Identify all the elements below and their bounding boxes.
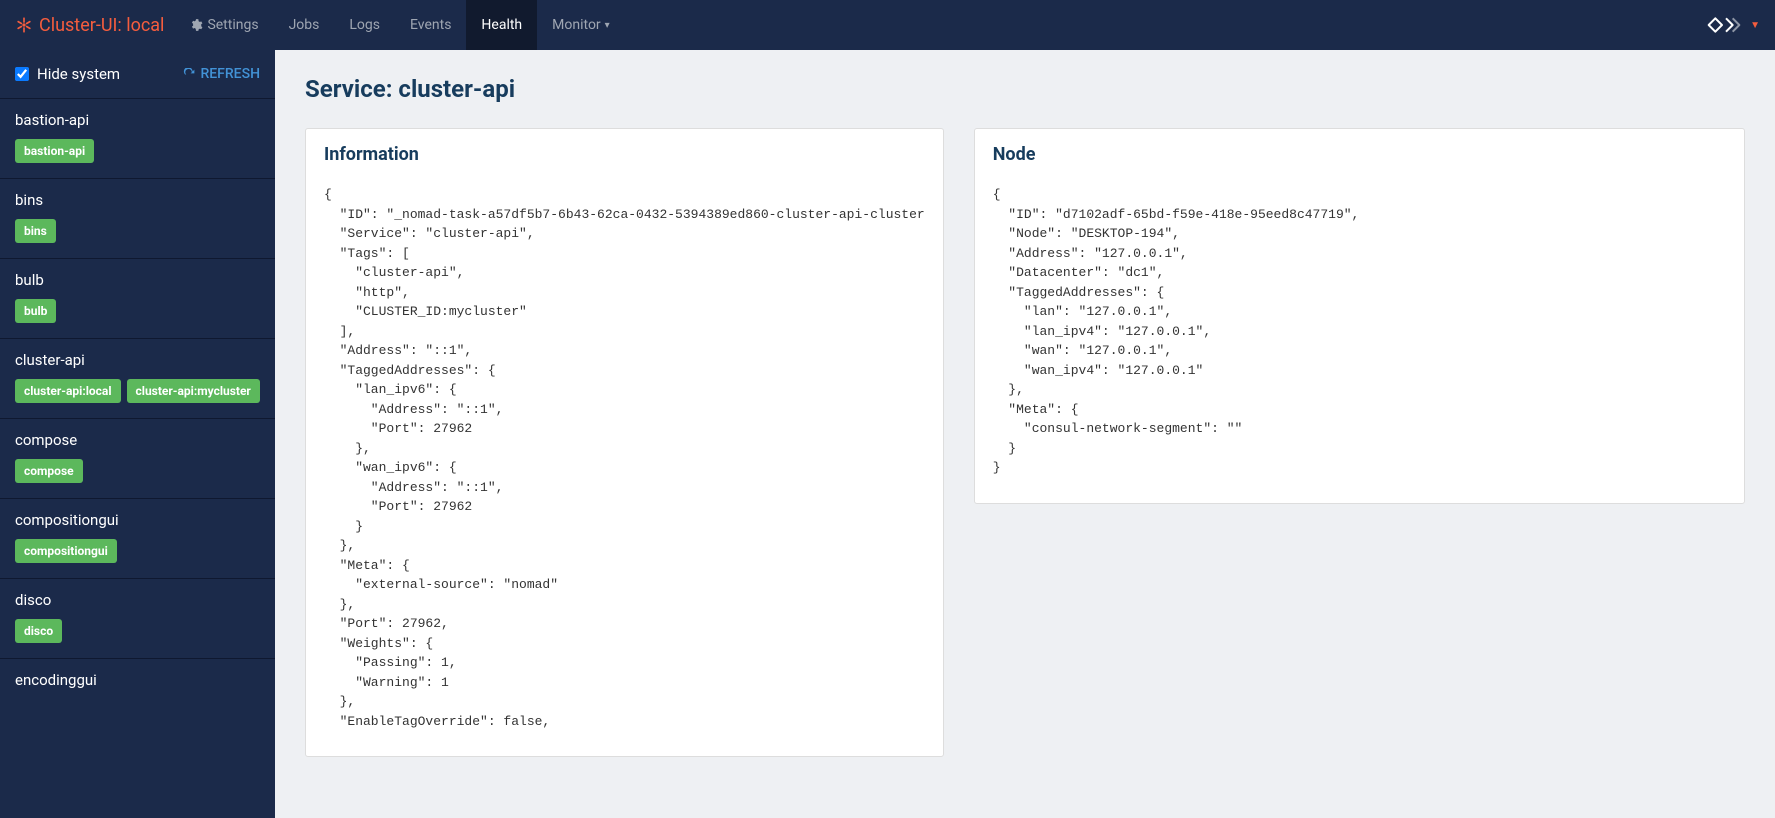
- tag[interactable]: cluster-api:mycluster: [127, 379, 260, 403]
- node-json: { "ID": "d7102adf-65bd-f59e-418e-95eed8c…: [993, 185, 1726, 478]
- tag[interactable]: disco: [15, 619, 62, 643]
- service-title: bastion-api: [15, 111, 260, 129]
- refresh-icon: [183, 68, 196, 81]
- node-panel: Node { "ID": "d7102adf-65bd-f59e-418e-95…: [974, 128, 1745, 504]
- service-group-disco[interactable]: disco disco: [0, 578, 275, 658]
- nav-label: Monitor: [552, 17, 601, 33]
- tag[interactable]: bins: [15, 219, 56, 243]
- tags-row: bastion-api: [15, 139, 260, 163]
- service-title: compose: [15, 431, 260, 449]
- tags-row: bins: [15, 219, 260, 243]
- tag[interactable]: compositiongui: [15, 539, 117, 563]
- service-title: bins: [15, 191, 260, 209]
- nav-monitor[interactable]: Monitor ▾: [537, 0, 625, 50]
- service-title: bulb: [15, 271, 260, 289]
- information-json: { "ID": "_nomad-task-a57df5b7-6b43-62ca-…: [324, 185, 925, 731]
- diamond-icon: [1706, 11, 1746, 39]
- service-group-bins[interactable]: bins bins: [0, 178, 275, 258]
- nav-jobs[interactable]: Jobs: [274, 0, 335, 50]
- tag[interactable]: bulb: [15, 299, 56, 323]
- brand-text: Cluster-UI: local: [39, 15, 164, 36]
- caret-down-icon: ▼: [1750, 20, 1760, 31]
- service-group-compositiongui[interactable]: compositiongui compositiongui: [0, 498, 275, 578]
- tag[interactable]: compose: [15, 459, 83, 483]
- nav-settings-label: Settings: [207, 17, 258, 33]
- tag[interactable]: bastion-api: [15, 139, 94, 163]
- gear-icon: [189, 18, 203, 32]
- nav-label: Logs: [349, 17, 380, 33]
- brand[interactable]: Cluster-UI: local: [15, 15, 164, 36]
- nav-health[interactable]: Health: [466, 0, 537, 50]
- service-group-bulb[interactable]: bulb bulb: [0, 258, 275, 338]
- sidebar: Hide system REFRESH bastion-apibastion-a…: [0, 50, 275, 818]
- service-group-compose[interactable]: compose compose: [0, 418, 275, 498]
- service-title: disco: [15, 591, 260, 609]
- hide-system-toggle[interactable]: Hide system: [15, 65, 120, 83]
- refresh-button[interactable]: REFRESH: [183, 66, 260, 82]
- service-group-encodinggui[interactable]: encodinggui: [0, 658, 275, 714]
- nav-label: Jobs: [289, 17, 320, 33]
- tags-row: disco: [15, 619, 260, 643]
- refresh-label: REFRESH: [200, 66, 260, 82]
- nav-label: Health: [481, 17, 522, 33]
- tags-row: compose: [15, 459, 260, 483]
- tags-row: compositiongui: [15, 539, 260, 563]
- service-title: compositiongui: [15, 511, 260, 529]
- tag[interactable]: cluster-api:local: [15, 379, 121, 403]
- tags-row: cluster-api:localcluster-api:mycluster: [15, 379, 260, 403]
- information-header: Information: [324, 144, 925, 165]
- information-panel: Information { "ID": "_nomad-task-a57df5b…: [305, 128, 944, 757]
- service-title: cluster-api: [15, 351, 260, 369]
- hide-system-label: Hide system: [37, 65, 120, 83]
- service-title: encodinggui: [15, 671, 260, 689]
- service-group-bastion-api[interactable]: bastion-api bastion-api: [0, 98, 275, 178]
- top-navbar: Cluster-UI: local Settings Jobs Logs Event…: [0, 0, 1775, 50]
- service-group-cluster-api[interactable]: cluster-api cluster-api:localcluster-api:…: [0, 338, 275, 418]
- hide-system-checkbox[interactable]: [15, 67, 29, 81]
- node-header: Node: [993, 144, 1726, 165]
- nav-events[interactable]: Events: [395, 0, 466, 50]
- page-title: Service: cluster-api: [305, 75, 1745, 103]
- vendor-logo[interactable]: ▼: [1706, 11, 1760, 39]
- nav-label: Events: [410, 17, 451, 33]
- nav-logs[interactable]: Logs: [334, 0, 395, 50]
- asterisk-icon: [15, 16, 33, 34]
- nav-settings[interactable]: Settings: [174, 0, 273, 50]
- content-area: Service: cluster-api Information { "ID":…: [275, 50, 1775, 818]
- caret-down-icon: ▾: [605, 20, 610, 31]
- nav-items: Settings Jobs Logs Events Health Monitor ▾: [174, 0, 624, 50]
- tags-row: bulb: [15, 299, 260, 323]
